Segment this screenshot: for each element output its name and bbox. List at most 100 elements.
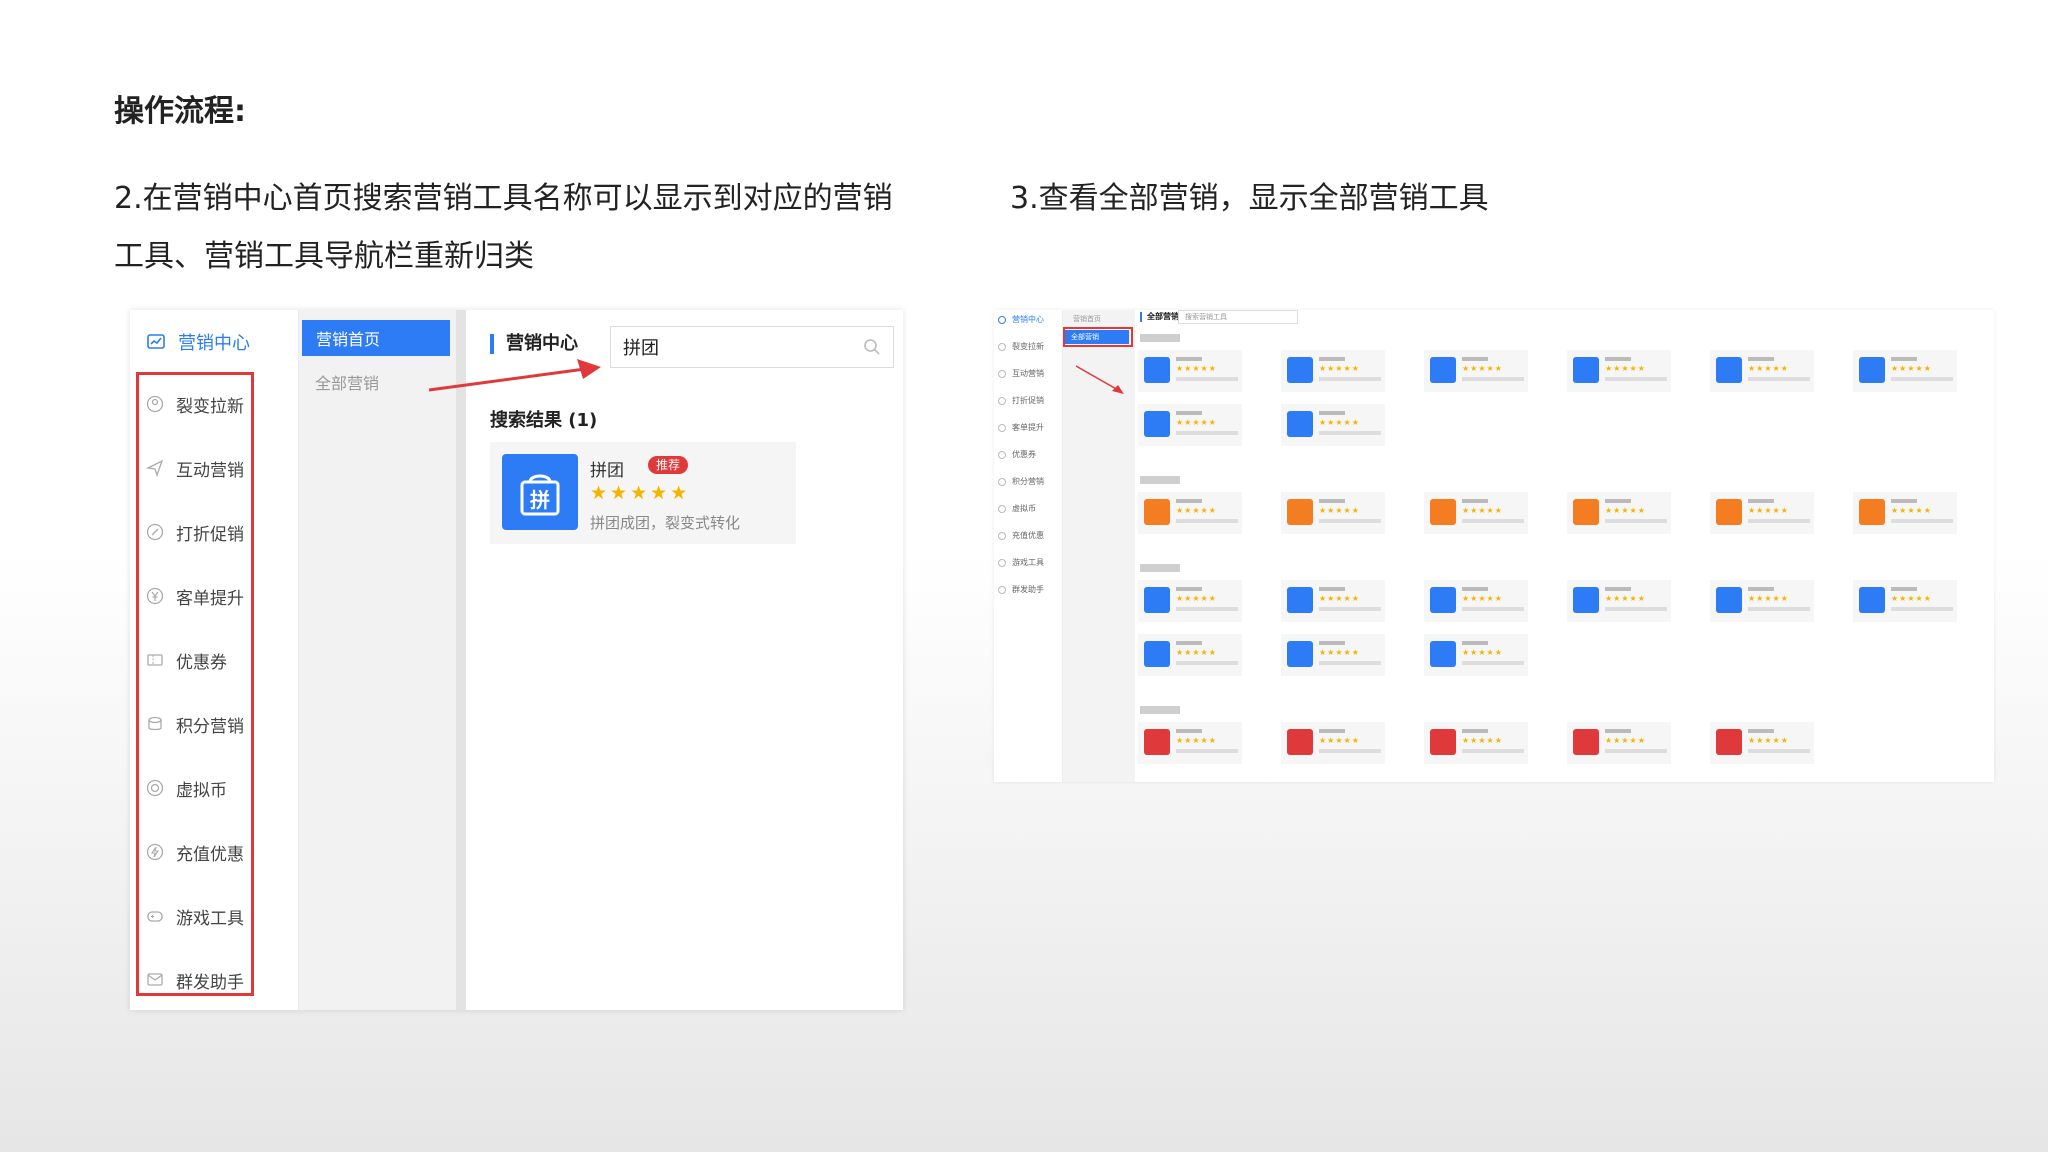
sidebar-header[interactable]: 营销中心	[138, 320, 288, 364]
tool-card[interactable]: ★★★★★	[1424, 634, 1528, 676]
tool-name	[1748, 729, 1774, 733]
sidebar-item-small[interactable]: 客单提升	[998, 422, 1062, 433]
tool-icon	[1859, 499, 1885, 525]
tool-card[interactable]: ★★★★★	[1424, 350, 1528, 392]
tool-name	[1319, 357, 1345, 361]
yen-icon	[146, 587, 164, 605]
tool-card[interactable]: ★★★★★	[1138, 722, 1242, 764]
tool-card[interactable]: ★★★★★	[1281, 492, 1385, 534]
message-icon	[147, 973, 163, 986]
sidebar-item-small[interactable]: 虚拟币	[998, 503, 1062, 514]
sidebar-item-small[interactable]: 互动营销	[998, 368, 1062, 379]
result-icon-char: 拼	[530, 488, 550, 512]
tool-card[interactable]: ★★★★★	[1424, 492, 1528, 534]
tool-name	[1462, 729, 1488, 733]
tool-icon	[1859, 587, 1885, 613]
search-input[interactable]: 搜索营销工具	[1178, 310, 1298, 324]
sidebar-item-label: 虚拟币	[176, 780, 227, 801]
tool-card[interactable]: ★★★★★	[1567, 580, 1671, 622]
tool-description	[1462, 661, 1524, 665]
tool-name	[1319, 587, 1345, 591]
search-icon[interactable]	[863, 338, 881, 356]
tool-name	[1319, 729, 1345, 733]
tool-card[interactable]: ★★★★★	[1710, 580, 1814, 622]
section-heading	[1140, 334, 1180, 342]
sidebar-item-coupon[interactable]: 优惠券	[140, 640, 290, 680]
coins-icon	[148, 716, 162, 731]
sidebar-item-small[interactable]: 裂变拉新	[998, 341, 1062, 352]
section-heading	[1140, 706, 1180, 714]
tool-card[interactable]: ★★★★★	[1138, 580, 1242, 622]
page-title: 操作流程:	[114, 94, 246, 129]
tool-card[interactable]: ★★★★★	[1281, 722, 1385, 764]
sidebar-item-small[interactable]: 优惠券	[998, 449, 1062, 460]
tool-icon	[1573, 499, 1599, 525]
sidebar-item-small[interactable]: 营销中心	[998, 314, 1062, 325]
menu-icon	[998, 396, 1006, 405]
tool-card[interactable]: ★★★★★	[1281, 634, 1385, 676]
tool-card[interactable]: ★★★★★	[1424, 580, 1528, 622]
tool-icon	[1716, 357, 1742, 383]
scrollbar[interactable]	[456, 310, 466, 1010]
tool-card[interactable]: ★★★★★	[1567, 492, 1671, 534]
tool-card[interactable]: ★★★★★	[1567, 722, 1671, 764]
tool-card[interactable]: ★★★★★	[1853, 350, 1957, 392]
tool-icon	[1144, 729, 1170, 755]
sidebar-item-fission[interactable]: 裂变拉新	[140, 384, 290, 424]
sidebar-item-small[interactable]: 积分营销	[998, 476, 1062, 487]
rating-stars: ★★★★★	[1462, 594, 1503, 603]
tool-card[interactable]: ★★★★★	[1424, 722, 1528, 764]
search-input[interactable]: 拼团	[610, 326, 894, 368]
tool-card[interactable]: ★★★★★	[1567, 350, 1671, 392]
tab-all-marketing[interactable]: 全部营销	[315, 370, 379, 394]
tool-description	[1319, 749, 1381, 753]
tool-card[interactable]: ★★★★★	[1853, 580, 1957, 622]
tool-description	[1748, 749, 1810, 753]
all-tools-panel: 全部营销 搜索营销工具 ★★★★★ ★★★★★ ★★★★★ ★★★★★ ★★★★★ ★★★…	[1136, 310, 1994, 782]
tab-marketing-home[interactable]: 营销首页	[1073, 314, 1101, 324]
search-result-card[interactable]: 拼 拼团 推荐 ★★★★★ 拼团成团，裂变式转化	[490, 442, 796, 544]
coin-icon	[146, 779, 164, 797]
tool-card[interactable]: ★★★★★	[1710, 492, 1814, 534]
sidebar-item-interactive[interactable]: 互动营销	[140, 448, 290, 488]
rating-stars: ★★★★★	[1605, 736, 1646, 745]
sidebar-item-game-tools[interactable]: 游戏工具	[140, 896, 290, 936]
tool-card[interactable]: ★★★★★	[1138, 350, 1242, 392]
tool-icon	[1287, 411, 1313, 437]
sidebar-item-points[interactable]: 积分营销	[140, 704, 290, 744]
menu-icon	[998, 450, 1006, 459]
sidebar-item-small[interactable]: 群发助手	[998, 584, 1062, 595]
tool-card[interactable]: ★★★★★	[1138, 492, 1242, 534]
tool-card[interactable]: ★★★★★	[1710, 350, 1814, 392]
tool-card[interactable]: ★★★★★	[1281, 580, 1385, 622]
sidebar-item-discount[interactable]: 打折促销	[140, 512, 290, 552]
tool-description	[1748, 377, 1810, 381]
tool-description	[1176, 749, 1238, 753]
sidebar-item-small[interactable]: 游戏工具	[998, 557, 1062, 568]
sidebar-item-bulk-send[interactable]: 群发助手	[140, 960, 290, 1000]
rating-stars: ★★★★★	[1605, 506, 1646, 515]
sidebar-item-virtual-coin[interactable]: 虚拟币	[140, 768, 290, 808]
tool-card[interactable]: ★★★★★	[1710, 722, 1814, 764]
tab-marketing-home[interactable]: 营销首页	[302, 320, 450, 356]
tool-name	[1605, 729, 1631, 733]
sidebar-item-small[interactable]: 充值优惠	[998, 530, 1062, 541]
main-content: 营销中心 拼团 搜索结果 (1) 拼 拼团 推荐 ★★★★★ 拼团成团，裂变式转…	[470, 310, 903, 1010]
tool-icon	[1144, 499, 1170, 525]
tool-icon	[1287, 587, 1313, 613]
tool-description	[1462, 607, 1524, 611]
sidebar-item-order-boost[interactable]: 客单提升	[140, 576, 290, 616]
annotation-arrow	[1075, 365, 1124, 394]
tool-card[interactable]: ★★★★★	[1281, 404, 1385, 446]
marketing-sidebar-small: 营销中心裂变拉新互动营销打折促销客单提升优惠券积分营销虚拟币充值优惠游戏工具群发…	[994, 310, 1063, 782]
tool-card[interactable]: ★★★★★	[1138, 634, 1242, 676]
tool-card[interactable]: ★★★★★	[1281, 350, 1385, 392]
rating-stars: ★★★★★	[1176, 364, 1217, 373]
sidebar-item-small[interactable]: 打折促销	[998, 395, 1062, 406]
tool-card[interactable]: ★★★★★	[1138, 404, 1242, 446]
sidebar-item-recharge[interactable]: 充值优惠	[140, 832, 290, 872]
tool-card[interactable]: ★★★★★	[1853, 492, 1957, 534]
section-heading	[1140, 476, 1180, 484]
rating-stars: ★★★★★	[1605, 364, 1646, 373]
sidebar-item-label: 打折促销	[1012, 396, 1044, 405]
